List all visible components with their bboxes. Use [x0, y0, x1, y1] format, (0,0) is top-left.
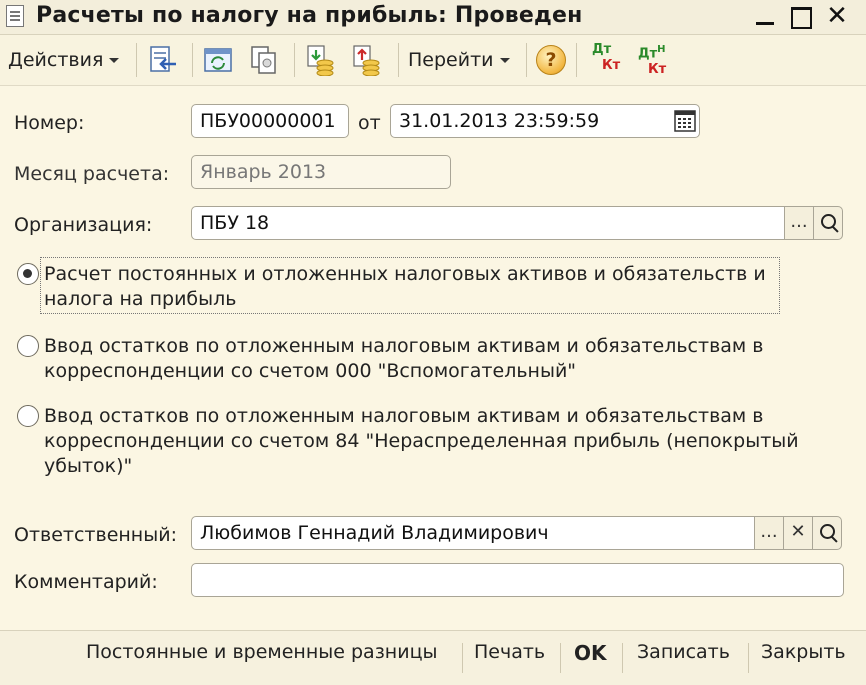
window-title: Расчеты по налогу на прибыль: Проведен: [36, 3, 583, 28]
responsible-clear-button[interactable]: ✕: [783, 516, 813, 550]
responsible-search-button[interactable]: [812, 516, 842, 550]
toolbar-separator: [398, 43, 399, 77]
refresh-icon[interactable]: [202, 44, 234, 76]
number-label: Номер:: [14, 112, 85, 134]
responsible-field[interactable]: Любимов Геннадий Владимирович: [191, 516, 755, 550]
ok-button[interactable]: OK: [574, 641, 607, 665]
organization-field[interactable]: ПБУ 18: [191, 206, 785, 240]
close-window-button[interactable]: ✕: [822, 2, 852, 32]
bottom-separator: [622, 643, 623, 673]
comment-field[interactable]: [191, 563, 844, 597]
bottom-separator: [462, 643, 463, 673]
month-field: Январь 2013: [191, 155, 451, 189]
goto-menu-button[interactable]: Перейти: [408, 41, 510, 79]
differences-button[interactable]: Постоянные и временные разницы: [86, 641, 438, 663]
bottom-separator: [560, 643, 561, 673]
clear-icon: ✕: [790, 521, 806, 542]
calendar-icon[interactable]: [672, 108, 698, 134]
toolbar-separator: [526, 43, 527, 77]
month-label: Месяц расчета:: [14, 163, 170, 185]
radio-balance-000-text[interactable]: Ввод остатков по отложенным налоговым ак…: [44, 334, 764, 384]
toolbar: Действия Перейти ? Дт Кт ДтН Кт: [0, 35, 866, 86]
responsible-label: Ответственный:: [14, 524, 177, 546]
organization-select-button[interactable]: ...: [784, 206, 814, 240]
radio-calc-taxes[interactable]: [17, 263, 39, 285]
minimize-button[interactable]: [750, 2, 780, 32]
radio-balance-84-text[interactable]: Ввод остатков по отложенным налоговым ак…: [44, 404, 799, 479]
comment-label: Комментарий:: [14, 571, 158, 593]
maximize-button[interactable]: [786, 2, 816, 32]
dropdown-arrow-icon: [109, 57, 120, 63]
radio-balance-000[interactable]: [17, 335, 39, 357]
toolbar-separator: [192, 43, 193, 77]
actions-menu-button[interactable]: Действия: [8, 41, 120, 79]
radio-balance-84[interactable]: [17, 405, 39, 427]
date-field[interactable]: 31.01.2013 23:59:59: [390, 104, 700, 138]
kt-label: Кт: [648, 62, 667, 78]
save-button[interactable]: Записать: [637, 641, 730, 663]
title-bar: Расчеты по налогу на прибыль: Проведен ✕: [0, 0, 866, 35]
movements-green-icon[interactable]: [304, 44, 336, 76]
radio-calc-taxes-text[interactable]: Расчет постоянных и отложенных налоговых…: [44, 262, 766, 312]
close-button[interactable]: Закрыть: [761, 641, 846, 663]
organization-label: Организация:: [14, 214, 153, 236]
bottom-separator: [748, 643, 749, 673]
document-icon: [6, 5, 24, 27]
toolbar-separator: [136, 43, 137, 77]
dt-label: ДтН: [638, 44, 666, 62]
help-icon[interactable]: ?: [536, 45, 566, 75]
search-icon: [813, 517, 843, 551]
post-document-icon[interactable]: [146, 44, 178, 76]
toolbar-separator: [576, 43, 577, 77]
kt-label: Кт: [602, 58, 621, 73]
toolbar-separator: [294, 43, 295, 77]
print-button[interactable]: Печать: [474, 641, 545, 663]
dt-kt-icon[interactable]: Дт Кт: [592, 43, 624, 75]
responsible-select-button[interactable]: ...: [754, 516, 784, 550]
goto-label: Перейти: [408, 49, 494, 71]
from-label: от: [358, 112, 381, 134]
dt-label: Дт: [592, 42, 612, 57]
search-icon: [814, 207, 844, 241]
dt-kt-accounting-icon[interactable]: ДтН Кт: [638, 43, 670, 78]
bottom-button-bar: Постоянные и временные разницы Печать OK…: [0, 630, 866, 685]
movements-red-icon[interactable]: [350, 44, 382, 76]
copy-document-icon[interactable]: [248, 44, 280, 76]
number-field[interactable]: ПБУ00000001: [191, 104, 349, 138]
actions-label: Действия: [8, 49, 104, 71]
organization-search-button[interactable]: [813, 206, 843, 240]
dropdown-arrow-icon: [499, 57, 510, 63]
